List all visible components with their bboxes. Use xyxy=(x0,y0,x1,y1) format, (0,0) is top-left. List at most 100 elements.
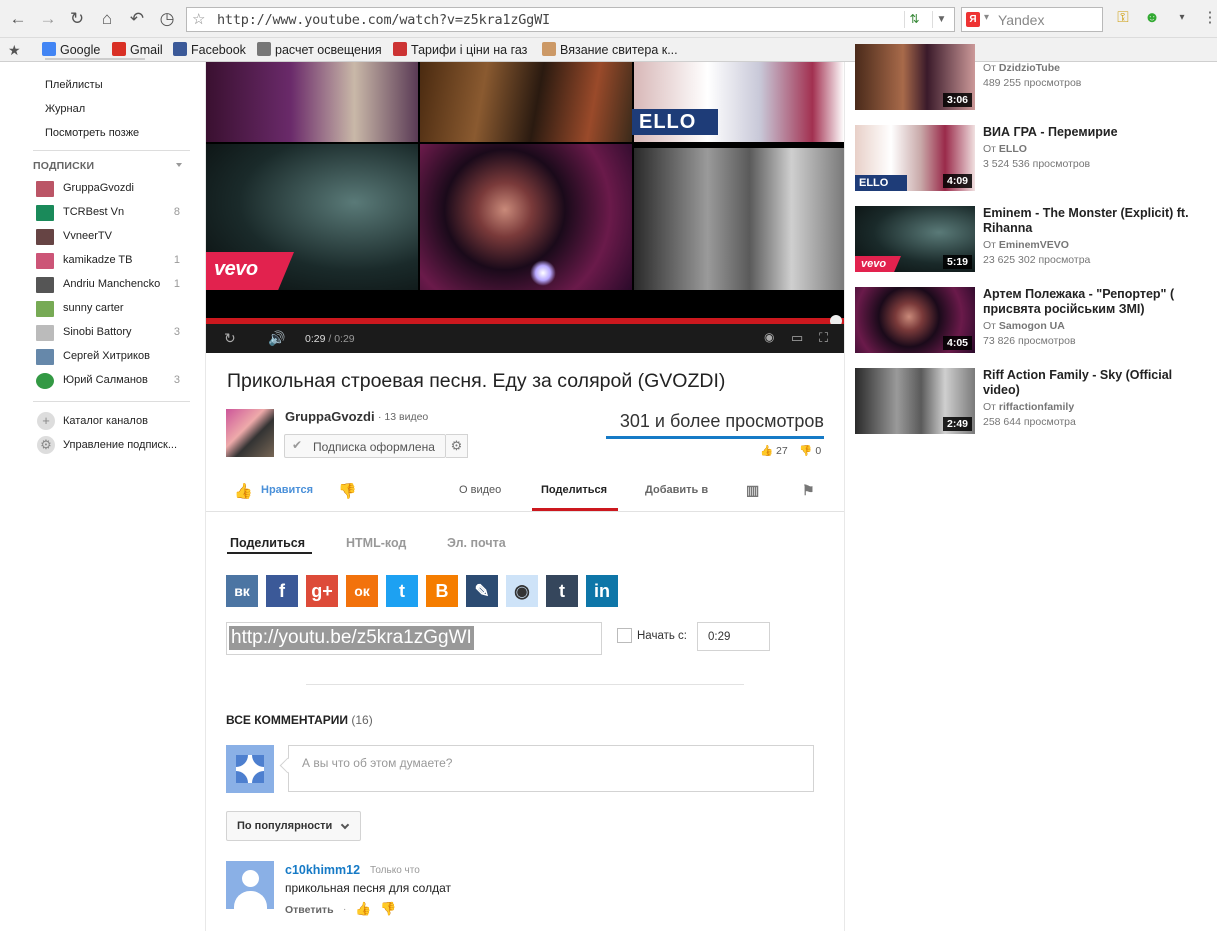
share-tab-email[interactable]: Эл. почта xyxy=(447,536,506,550)
subscription-item[interactable]: GruppaGvozdi xyxy=(36,179,196,199)
app-menu-icon[interactable]: ⋮ xyxy=(1200,8,1217,28)
menu-dropdown-icon[interactable]: ▾ xyxy=(1172,8,1192,28)
related-video[interactable]: ELLO 4:09 ВИА ГРА - Перемирие От ELLO 3 5… xyxy=(855,125,1205,195)
tab-add-to[interactable]: Добавить в xyxy=(645,484,708,496)
dislike-button[interactable]: 👎 xyxy=(338,482,357,500)
subscribed-button[interactable]: ✔ Подписка оформлена xyxy=(284,434,446,458)
share-tab-embed[interactable]: HTML-код xyxy=(346,536,406,550)
video-title[interactable]: ВИА ГРА - Перемирие xyxy=(983,125,1205,140)
address-bar[interactable]: ☆ http://www.youtube.com/watch?v=z5kra1z… xyxy=(186,7,955,32)
video-thumbnail[interactable]: ELLO 4:09 xyxy=(855,125,975,191)
video-author[interactable]: От Samogon UA xyxy=(983,320,1065,332)
google-plus-share-button[interactable]: g+ xyxy=(306,575,338,607)
key-icon[interactable]: ⚿ xyxy=(1113,8,1133,28)
video-title[interactable]: Eminem - The Monster (Explicit) ft. Riha… xyxy=(983,206,1205,236)
linkedin-share-button[interactable]: in xyxy=(586,575,618,607)
reddit-share-button[interactable]: ◉ xyxy=(506,575,538,607)
channel-video-count[interactable]: · 13 видео xyxy=(378,411,428,423)
search-box[interactable]: Я ▾ Yandex xyxy=(961,7,1103,32)
comment-author[interactable]: c10khimm12 xyxy=(285,863,360,877)
sort-dropdown[interactable]: По популярности xyxy=(226,811,361,841)
subscription-item[interactable]: sunny carter xyxy=(36,299,196,319)
subscription-item[interactable]: Sinobi Battory 3 xyxy=(36,323,196,343)
bookmarks-star-icon[interactable]: ★ xyxy=(8,42,21,58)
bookmark-lighting-calc[interactable]: расчет освещения xyxy=(257,42,382,58)
twitter-share-button[interactable]: t xyxy=(386,575,418,607)
video-title[interactable]: Riff Action Family - Sky (Official video… xyxy=(983,368,1205,398)
back-icon[interactable]: ← xyxy=(8,9,28,29)
video-author[interactable]: От EminemVEVO xyxy=(983,239,1069,251)
video-player[interactable]: vevo ELLO ↻ 🔊 0:29 / 0:29 ◉ ▭ ⛶ xyxy=(206,62,844,353)
channel-thumbnail[interactable] xyxy=(226,409,274,457)
start-at-checkbox[interactable] xyxy=(617,628,632,643)
bookmark-star-icon[interactable]: ☆ xyxy=(192,10,205,28)
blogger-share-button[interactable]: B xyxy=(426,575,458,607)
subscription-item[interactable]: kamikadze TB 1 xyxy=(36,251,196,271)
tumblr-share-button[interactable]: t xyxy=(546,575,578,607)
video-title[interactable]: Артем Полежака - "Репортер" ( присвята р… xyxy=(983,287,1205,317)
tab-about[interactable]: О видео xyxy=(459,484,501,496)
bookmark-facebook[interactable]: Facebook xyxy=(173,42,246,58)
subscription-item[interactable]: TCRBest Vn 8 xyxy=(36,203,196,223)
video-author[interactable]: От ELLO xyxy=(983,143,1027,155)
video-author[interactable]: От DzidzioTube xyxy=(983,62,1060,74)
video-thumbnail[interactable]: 2:49 xyxy=(855,368,975,434)
facebook-share-button[interactable]: f xyxy=(266,575,298,607)
reply-button[interactable]: Ответить xyxy=(285,904,334,916)
subscription-item[interactable]: Сергей Хитриков xyxy=(36,347,196,367)
user-sync-icon[interactable]: ☻ xyxy=(1142,8,1162,28)
fullscreen-icon[interactable]: ⛶ xyxy=(819,330,828,346)
guide-item-playlists[interactable]: Плейлисты xyxy=(45,79,103,91)
livejournal-share-button[interactable]: ✎ xyxy=(466,575,498,607)
comment-dislike-icon[interactable]: 👎 xyxy=(380,901,396,917)
subscription-item[interactable]: Andriu Manchencko 1 xyxy=(36,275,196,295)
subscriptions-header[interactable]: ПОДПИСКИ xyxy=(33,160,94,172)
manage-subscriptions-link[interactable]: ⚙ Управление подписк... xyxy=(36,436,196,456)
browse-channels-link[interactable]: + Каталог каналов xyxy=(36,412,196,432)
like-thumb-icon[interactable]: 👍 xyxy=(234,482,253,500)
odnoklassniki-share-button[interactable]: ок xyxy=(346,575,378,607)
guide-item-history[interactable]: Журнал xyxy=(45,103,85,115)
subscription-item[interactable]: Юрий Салманов 3 xyxy=(36,371,196,391)
related-video[interactable]: 4:05 Артем Полежака - "Репортер" ( присв… xyxy=(855,287,1205,357)
share-url-field[interactable]: http://youtu.be/z5kra1zGgWI xyxy=(226,622,602,655)
address-bar-url[interactable]: http://www.youtube.com/watch?v=z5kra1zGg… xyxy=(217,12,550,28)
tab-share[interactable]: Поделиться xyxy=(541,484,607,496)
history-icon[interactable]: ◷ xyxy=(157,9,177,29)
video-thumbnail[interactable]: 3:06 xyxy=(855,44,975,110)
search-engine-dropdown-icon[interactable]: ▾ xyxy=(984,12,989,23)
comment-like-icon[interactable]: 👍 xyxy=(355,901,371,917)
home-icon[interactable]: ⌂ xyxy=(97,9,117,29)
subscription-item[interactable]: VvneerTV xyxy=(36,227,196,247)
undo-close-tab-icon[interactable]: ↶ xyxy=(127,9,147,29)
like-button[interactable]: Нравится xyxy=(261,484,313,496)
related-video[interactable]: 3:06 От DzidzioTube 489 255 просмотров xyxy=(855,44,1205,110)
video-thumbnail[interactable]: vevo 5:19 xyxy=(855,206,975,272)
bookmark-knitting[interactable]: Вязание свитера к... xyxy=(542,42,678,58)
vk-share-button[interactable]: вк xyxy=(226,575,258,607)
address-dropdown-icon[interactable]: ▼ xyxy=(932,11,950,28)
site-info-icon[interactable]: ⇅ xyxy=(904,11,924,28)
related-video[interactable]: 2:49 Riff Action Family - Sky (Official … xyxy=(855,368,1205,438)
theater-mode-icon[interactable]: ▭ xyxy=(791,330,803,346)
share-url-text[interactable]: http://youtu.be/z5kra1zGgWI xyxy=(229,626,474,650)
forward-icon[interactable]: → xyxy=(38,9,58,29)
reload-icon[interactable]: ↻ xyxy=(67,9,87,29)
replay-icon[interactable]: ↻ xyxy=(224,330,236,347)
annotations-icon[interactable]: ◉ xyxy=(764,330,774,344)
video-author[interactable]: От riffactionfamily xyxy=(983,401,1074,413)
volume-icon[interactable]: 🔊 xyxy=(268,330,285,347)
video-thumbnail[interactable]: 4:05 xyxy=(855,287,975,353)
channel-name[interactable]: GruppaGvozdi xyxy=(285,409,375,424)
bookmark-gas-tariffs[interactable]: Тарифи і ціни на газ xyxy=(393,42,527,58)
stats-icon[interactable]: ▥ xyxy=(746,482,759,499)
comment-time[interactable]: Только что xyxy=(370,865,420,876)
related-video[interactable]: vevo 5:19 Eminem - The Monster (Explicit)… xyxy=(855,206,1205,276)
guide-item-watch-later[interactable]: Посмотреть позже xyxy=(45,127,139,139)
share-tab-share[interactable]: Поделиться xyxy=(230,536,305,550)
report-flag-icon[interactable]: ⚑ xyxy=(802,482,815,499)
subscriptions-collapse-icon[interactable] xyxy=(176,163,182,167)
subscription-settings-icon[interactable]: ⚙ xyxy=(446,434,468,458)
start-at-input[interactable]: 0:29 xyxy=(697,622,770,651)
comment-input[interactable]: А вы что об этом думаете? xyxy=(288,745,814,792)
